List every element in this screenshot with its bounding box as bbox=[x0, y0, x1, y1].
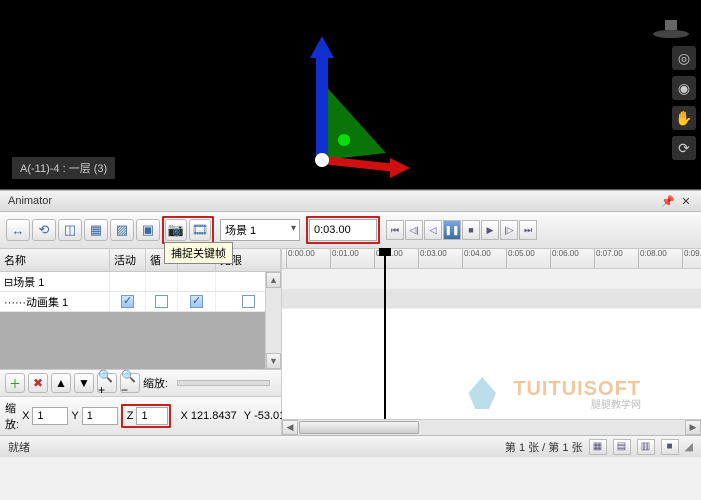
animator-panel: Animator 📌 ✕ ↔ ⟲ ◫ ▦ ▨ ▣ 📷 🎞 捕捉关键帧 场景 1 … bbox=[0, 190, 701, 435]
orbit-icon[interactable]: ⟳ bbox=[672, 136, 696, 160]
track-row[interactable] bbox=[282, 269, 701, 289]
reverse-play-button[interactable]: ◁ bbox=[424, 220, 442, 240]
tree-row-animset[interactable]: ······动画集 1 bbox=[0, 292, 281, 312]
status-ico-b[interactable]: ▤ bbox=[613, 439, 631, 455]
animation-tree-pane: 名称 活动 循 P.P. 无限 ⊟场景 1 ······动画集 1 bbox=[0, 249, 282, 435]
tool-scale-button[interactable]: ◫ bbox=[58, 219, 82, 241]
status-bar: 就绪 第 1 张 / 第 1 张 ▦ ▤ ▥ ■ ◢ bbox=[0, 435, 701, 457]
scroll-down-icon[interactable]: ▼ bbox=[266, 353, 281, 369]
time-input[interactable]: 0:03.00 bbox=[309, 219, 377, 241]
step-fwd-button[interactable]: |▷ bbox=[500, 220, 518, 240]
zoom-in-button[interactable]: 🔍+ bbox=[97, 373, 117, 393]
animator-toolbar: ↔ ⟲ ◫ ▦ ▨ ▣ 📷 🎞 捕捉关键帧 场景 1 0:03.00 ⏮ ◁| … bbox=[0, 212, 701, 249]
tool-color-button[interactable]: ▦ bbox=[84, 219, 108, 241]
scene-select[interactable]: 场景 1 bbox=[220, 219, 300, 241]
viewport-label[interactable]: A(-11)-4 : 一层 (3) bbox=[12, 157, 115, 179]
col-name[interactable]: 名称 bbox=[0, 249, 110, 271]
playhead[interactable] bbox=[384, 249, 386, 435]
add-button[interactable]: ＋ bbox=[5, 373, 25, 393]
scale-x-input[interactable]: 1 bbox=[32, 407, 68, 425]
pause-button[interactable]: ❚❚ bbox=[443, 220, 461, 240]
x-label: X bbox=[22, 410, 29, 422]
status-frame: 第 1 张 / 第 1 张 bbox=[505, 439, 583, 455]
scale-y-input[interactable]: 1 bbox=[82, 407, 118, 425]
rewind-button[interactable]: ⏮ bbox=[386, 220, 404, 240]
watermark-logo-icon bbox=[459, 369, 505, 409]
hscroll-right-icon[interactable]: ▶ bbox=[685, 420, 701, 435]
scale-footer: 缩放: X 1 Y 1 Z 1 X 121.8437 Y -53.0155 Z … bbox=[0, 396, 281, 435]
hscroll-left-icon[interactable]: ◀ bbox=[282, 420, 298, 435]
steering-wheel-icon[interactable]: ◉ bbox=[672, 76, 696, 100]
zoom-label: 缩放: bbox=[143, 375, 168, 391]
status-text: 就绪 bbox=[8, 439, 30, 455]
tool-transparency-button[interactable]: ▨ bbox=[110, 219, 134, 241]
status-ico-a[interactable]: ▦ bbox=[589, 439, 607, 455]
playback-controls: ⏮ ◁| ◁ ❚❚ ■ ▶ |▷ ⏭ bbox=[386, 220, 537, 240]
checkbox-loop[interactable] bbox=[155, 295, 168, 308]
tree-row-scene[interactable]: ⊟场景 1 bbox=[0, 272, 281, 292]
tool-translate-button[interactable]: ↔ bbox=[6, 219, 30, 241]
hscroll-thumb[interactable] bbox=[299, 421, 419, 434]
tree-body[interactable]: ⊟场景 1 ······动画集 1 ▲ ▼ bbox=[0, 272, 281, 369]
status-ico-c[interactable]: ▥ bbox=[637, 439, 655, 455]
timeline-hscrollbar[interactable]: ◀ ▶ bbox=[282, 419, 701, 435]
info-y-label: Y bbox=[244, 410, 251, 422]
watermark: TUITUISOFT 腿腿教学网 bbox=[459, 369, 641, 409]
checkbox-infinite[interactable] bbox=[242, 295, 255, 308]
delete-button[interactable]: ✖ bbox=[28, 373, 48, 393]
panel-title-text: Animator bbox=[8, 195, 52, 207]
info-x-label: X bbox=[180, 410, 187, 422]
tree-scrollbar[interactable]: ▲ ▼ bbox=[265, 272, 281, 369]
move-down-button[interactable]: ▼ bbox=[74, 373, 94, 393]
y-label: Y bbox=[71, 410, 78, 422]
close-icon[interactable]: ✕ bbox=[679, 194, 693, 208]
stop-button[interactable]: ■ bbox=[462, 220, 480, 240]
scale-label: 缩放: bbox=[5, 400, 19, 432]
checkbox-pp[interactable] bbox=[190, 295, 203, 308]
scale-z-input[interactable]: 1 bbox=[136, 407, 168, 425]
tool-snapshot-button[interactable]: ▣ bbox=[136, 219, 160, 241]
resize-grip-icon[interactable]: ◢ bbox=[685, 440, 693, 453]
col-active[interactable]: 活动 bbox=[110, 249, 146, 271]
viewport-3d[interactable]: ◎ ◉ ✋ ⟳ A(-11)-4 : 一层 (3) bbox=[0, 0, 701, 190]
tree-footer-tools: ＋ ✖ ▲ ▼ 🔍+ 🔍− 缩放: bbox=[0, 369, 281, 396]
tree-header: 名称 活动 循 P.P. 无限 bbox=[0, 249, 281, 272]
tooltip: 捕捉关键帧 bbox=[164, 242, 233, 264]
transform-gizmo[interactable] bbox=[260, 30, 410, 180]
status-ico-d[interactable]: ■ bbox=[661, 439, 679, 455]
zoom-slider[interactable] bbox=[177, 380, 270, 386]
timeline-tracks[interactable]: TUITUISOFT 腿腿教学网 bbox=[282, 269, 701, 419]
play-button[interactable]: ▶ bbox=[481, 220, 499, 240]
capture-settings-button[interactable]: 🎞 bbox=[189, 219, 211, 241]
compass-icon[interactable]: ◎ bbox=[672, 46, 696, 70]
checkbox-active[interactable] bbox=[121, 295, 134, 308]
pan-icon[interactable]: ✋ bbox=[672, 106, 696, 130]
forward-end-button[interactable]: ⏭ bbox=[519, 220, 537, 240]
timeline-pane[interactable]: 0:00.00 0:01.00 0:02.00 0:03.00 0:04.00 … bbox=[282, 249, 701, 435]
panel-titlebar[interactable]: Animator 📌 ✕ bbox=[0, 190, 701, 212]
playhead-handle-icon[interactable] bbox=[379, 248, 391, 256]
capture-keyframe-button[interactable]: 📷 bbox=[165, 219, 187, 241]
step-back-button[interactable]: ◁| bbox=[405, 220, 423, 240]
z-label: Z bbox=[124, 410, 137, 422]
capture-keyframe-group: 📷 🎞 捕捉关键帧 bbox=[162, 216, 214, 244]
zoom-out-button[interactable]: 🔍− bbox=[120, 373, 140, 393]
timeline-ruler[interactable]: 0:00.00 0:01.00 0:02.00 0:03.00 0:04.00 … bbox=[282, 249, 701, 269]
tool-rotate-button[interactable]: ⟲ bbox=[32, 219, 56, 241]
track-row[interactable] bbox=[282, 289, 701, 309]
move-up-button[interactable]: ▲ bbox=[51, 373, 71, 393]
pin-icon[interactable]: 📌 bbox=[661, 194, 675, 208]
info-x: 121.8437 bbox=[191, 410, 237, 422]
scroll-up-icon[interactable]: ▲ bbox=[266, 272, 281, 288]
